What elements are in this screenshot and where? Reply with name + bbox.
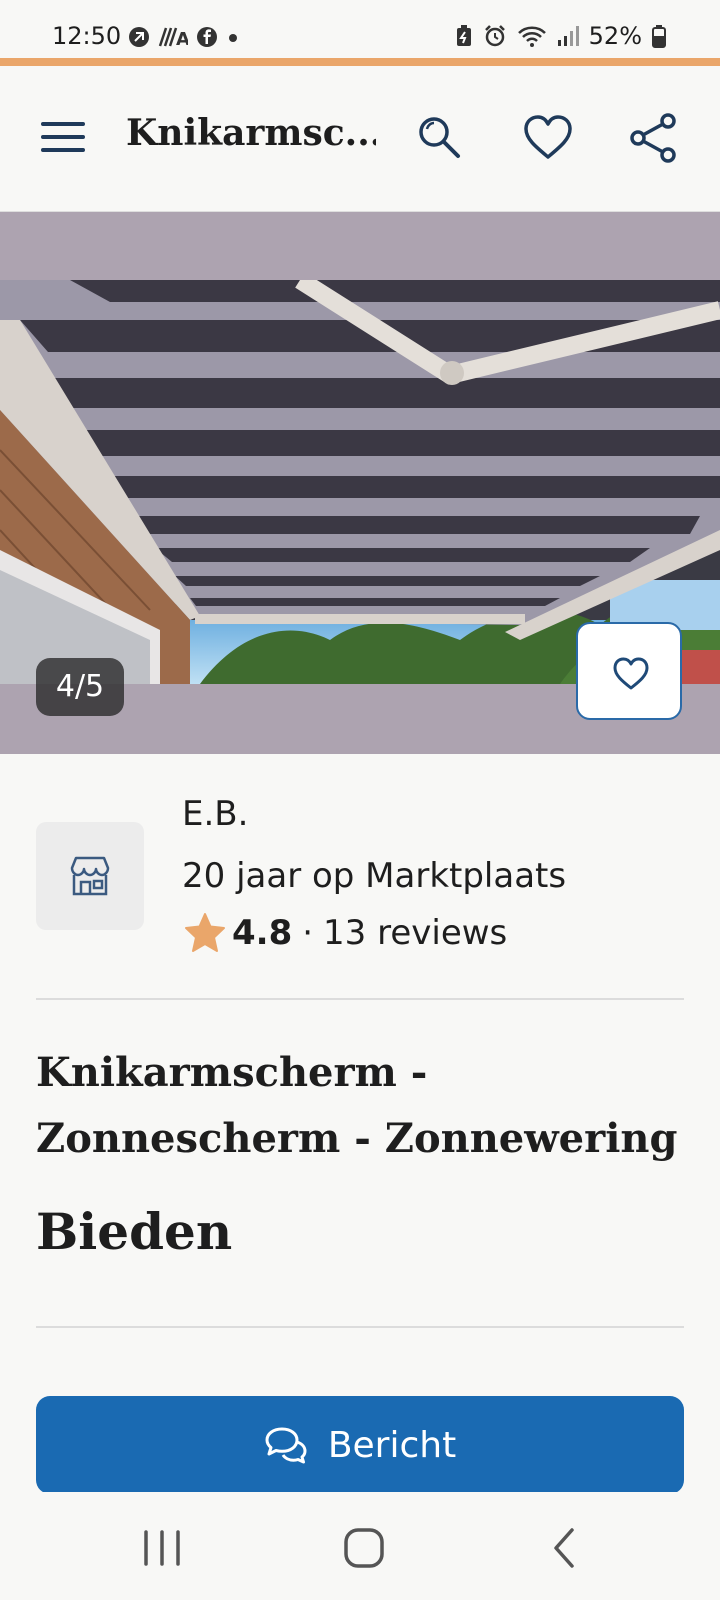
- photo-gallery[interactable]: 4/5: [0, 212, 720, 754]
- system-icons: 52%: [455, 22, 666, 50]
- share-button[interactable]: [628, 112, 680, 164]
- rating-value: 4.8: [232, 913, 293, 953]
- heart-icon: [613, 657, 649, 690]
- hamburger-menu-icon: [41, 122, 85, 152]
- back-icon: [554, 1528, 574, 1568]
- photo-counter: 4/5: [36, 658, 124, 716]
- back-button[interactable]: [536, 1518, 596, 1578]
- divider: [36, 1326, 684, 1328]
- share-icon: [630, 113, 676, 163]
- seller-avatar[interactable]: [36, 822, 144, 930]
- star-icon: [185, 913, 225, 952]
- signal-icon: [557, 26, 579, 46]
- status-time: 12:50: [52, 22, 122, 50]
- facebook-icon: [197, 27, 217, 47]
- message-button[interactable]: Bericht: [36, 1396, 684, 1494]
- battery-percentage: 52%: [588, 22, 642, 50]
- recent-apps-button[interactable]: [132, 1518, 192, 1578]
- rating-separator: ·: [302, 913, 314, 953]
- heart-icon: [524, 115, 572, 159]
- page-title: Knikarmsc...: [126, 112, 376, 154]
- battery-icon: [652, 25, 666, 48]
- notification-icons: A: [128, 26, 240, 48]
- search-icon: [419, 117, 460, 158]
- recent-apps-icon: [144, 1530, 180, 1566]
- battery-saver-icon: [456, 25, 471, 46]
- seller-name[interactable]: E.B.: [182, 794, 248, 834]
- menu-button[interactable]: [38, 112, 88, 162]
- system-nav-bar: [0, 1492, 720, 1600]
- listing-title: Knikarmscherm - Zonnescherm - Zonnewerin…: [36, 1049, 678, 1162]
- accent-line: [0, 58, 720, 66]
- wifi-icon: [517, 26, 546, 47]
- message-button-label: Bericht: [327, 1424, 457, 1466]
- news-app-icon: A: [158, 27, 188, 48]
- svg-text:A: A: [176, 29, 188, 48]
- app-notification-icon: [129, 27, 149, 47]
- chat-bubbles-icon: [265, 1427, 307, 1464]
- alarm-icon: [484, 25, 505, 47]
- seller-rating[interactable]: 4.8 · 13 reviews: [184, 912, 507, 954]
- search-button[interactable]: [414, 112, 466, 164]
- listing-price: Bieden: [36, 1202, 233, 1261]
- app-header: Knikarmsc...: [0, 66, 720, 212]
- favorite-button[interactable]: [522, 112, 574, 164]
- status-bar: 12:50 A 52%: [0, 0, 720, 62]
- photo-favorite-button[interactable]: [576, 622, 682, 720]
- dot-icon: [229, 34, 237, 42]
- divider: [36, 998, 684, 1000]
- home-button[interactable]: [334, 1518, 394, 1578]
- seller-membership: 20 jaar op Marktplaats: [182, 856, 567, 896]
- shop-icon: [70, 856, 110, 896]
- home-icon: [344, 1528, 384, 1568]
- review-count: 13 reviews: [323, 913, 508, 953]
